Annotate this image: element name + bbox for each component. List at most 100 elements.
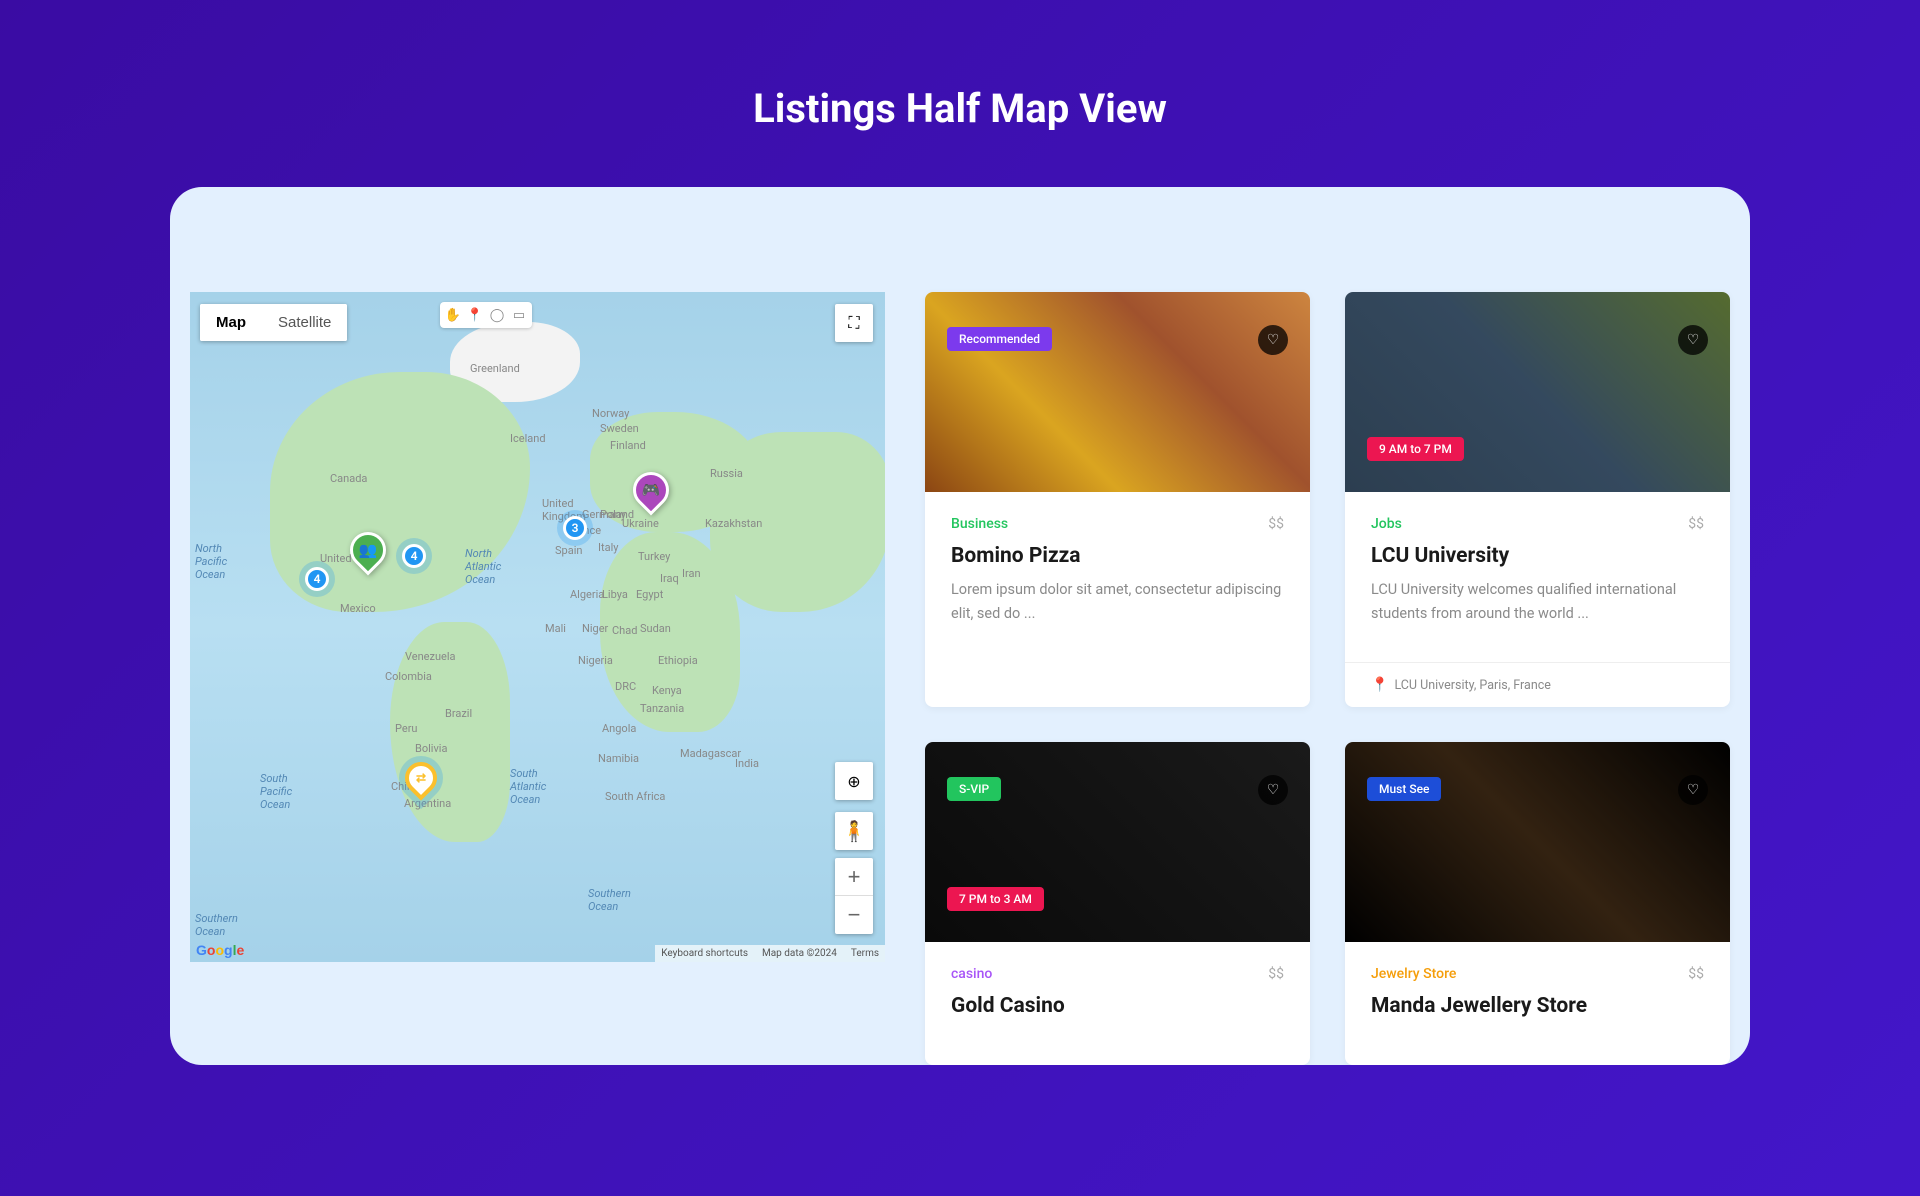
listing-category[interactable]: Jobs [1371, 516, 1402, 532]
country-label: Sweden [600, 422, 639, 435]
map-type-satellite-button[interactable]: Satellite [262, 304, 347, 341]
heart-icon: ♡ [1267, 782, 1280, 798]
country-label: Angola [602, 722, 636, 735]
listing-title[interactable]: Manda Jewellery Store [1371, 994, 1704, 1018]
google-logo: Google [196, 942, 244, 958]
keyboard-shortcuts-link[interactable]: Keyboard shortcuts [661, 948, 748, 959]
ocean-label: Southern Ocean [195, 912, 238, 938]
listing-badge-time: 9 AM to 7 PM [1367, 437, 1464, 461]
fullscreen-control[interactable]: ⛶ [835, 304, 873, 342]
listing-badge-top: Must See [1367, 777, 1441, 801]
listing-card[interactable]: 9 AM to 7 PM ♡ Jobs $$ LCU University LC… [1345, 292, 1730, 707]
country-label: Norway [592, 407, 629, 420]
content-panel: North Pacific Ocean South Pacific Ocean … [170, 187, 1750, 1065]
country-label: Peru [395, 722, 418, 735]
rect-tool-icon[interactable]: ▭ [510, 306, 528, 324]
country-label: India [735, 757, 759, 770]
map-cluster-pin[interactable]: 3 [563, 516, 587, 540]
listing-price: $$ [1688, 516, 1704, 532]
country-label: Iceland [510, 432, 546, 445]
fullscreen-icon: ⛶ [848, 313, 859, 333]
listing-card[interactable]: S-VIP 7 PM to 3 AM ♡ casino $$ Gold Casi… [925, 742, 1310, 1065]
listing-category[interactable]: Business [951, 516, 1008, 532]
listing-price: $$ [1688, 966, 1704, 982]
terms-link[interactable]: Terms [851, 948, 879, 959]
country-label: DRC [615, 680, 636, 693]
listing-image: 9 AM to 7 PM ♡ [1345, 292, 1730, 492]
country-label: Bolivia [415, 742, 447, 755]
country-label: Libya [602, 588, 628, 601]
map-data-text: Map data ©2024 [762, 948, 837, 959]
listing-badge-top: S-VIP [947, 777, 1001, 801]
listing-body: Business $$ Bomino Pizza Lorem ipsum dol… [925, 492, 1310, 707]
favorite-button[interactable]: ♡ [1678, 775, 1708, 805]
listing-badge-top: Recommended [947, 327, 1052, 351]
map-cluster-pin[interactable]: 4 [305, 567, 329, 591]
country-label: Iran [682, 567, 701, 580]
listing-title[interactable]: LCU University [1371, 544, 1704, 568]
listing-category[interactable]: Jewelry Store [1371, 966, 1456, 982]
country-label: Madagascar [680, 747, 741, 760]
country-label: Egypt [636, 588, 663, 601]
country-label: Ukraine [622, 517, 659, 530]
country-label: Mexico [340, 602, 376, 615]
ocean-label: South Atlantic Ocean [510, 767, 546, 806]
listing-description: LCU University welcomes qualified intern… [1371, 578, 1704, 626]
ocean-label: North Pacific Ocean [195, 542, 227, 581]
listing-body: casino $$ Gold Casino [925, 942, 1310, 1065]
country-label: Canada [330, 472, 367, 485]
listing-footer: 📍 LCU University, Paris, France [1345, 662, 1730, 707]
country-label: Mali [545, 622, 566, 635]
zoom-in-button[interactable]: + [835, 858, 873, 896]
country-label: Nigeria [578, 654, 613, 667]
listing-image: S-VIP 7 PM to 3 AM ♡ [925, 742, 1310, 942]
pegman-control[interactable]: 🧍 [835, 812, 873, 850]
country-label: Finland [610, 439, 646, 452]
my-location-control[interactable]: ⊕ [835, 762, 873, 800]
listing-body: Jewelry Store $$ Manda Jewellery Store [1345, 942, 1730, 1065]
crosshair-icon: ⊕ [847, 772, 860, 791]
circle-tool-icon[interactable]: ◯ [488, 306, 506, 324]
country-label: Kazakhstan [705, 517, 762, 530]
map-container[interactable]: North Pacific Ocean South Pacific Ocean … [190, 292, 885, 962]
country-label: Brazil [445, 707, 472, 720]
ocean-label: South Pacific Ocean [260, 772, 292, 811]
country-label: Ethiopia [658, 654, 698, 667]
country-label: United [320, 552, 352, 565]
map-footer: Keyboard shortcuts Map data ©2024 Terms [655, 945, 885, 962]
country-label: Spain [555, 544, 582, 557]
hand-tool-icon[interactable]: ✋ [444, 306, 462, 324]
country-label: Venezuela [405, 650, 456, 663]
listing-card[interactable]: Must See ♡ Jewelry Store $$ Manda Jewell… [1345, 742, 1730, 1065]
map-type-toggle: Map Satellite [200, 304, 347, 341]
listing-image: Must See ♡ [1345, 742, 1730, 942]
favorite-button[interactable]: ♡ [1678, 325, 1708, 355]
country-label: Turkey [638, 550, 670, 563]
map-type-map-button[interactable]: Map [200, 304, 262, 341]
map-drawing-toolbar: ✋ 📍 ◯ ▭ [440, 302, 532, 328]
country-label: South Africa [605, 790, 665, 803]
listing-price: $$ [1268, 516, 1284, 532]
page-title: Listings Half Map View [0, 0, 1920, 187]
country-label: Italy [598, 541, 618, 554]
favorite-button[interactable]: ♡ [1258, 325, 1288, 355]
listing-price: $$ [1268, 966, 1284, 982]
country-label: Sudan [640, 622, 671, 635]
listing-badge-time: 7 PM to 3 AM [947, 887, 1044, 911]
zoom-out-button[interactable]: − [835, 896, 873, 934]
favorite-button[interactable]: ♡ [1258, 775, 1288, 805]
map-cluster-pin[interactable]: 4 [402, 544, 426, 568]
marker-tool-icon[interactable]: 📍 [466, 306, 484, 324]
country-label: Kenya [652, 684, 682, 697]
listing-title[interactable]: Gold Casino [951, 994, 1284, 1018]
pegman-icon: 🧍 [842, 819, 867, 843]
heart-icon: ♡ [1687, 782, 1700, 798]
country-label: Russia [710, 467, 743, 480]
listing-category[interactable]: casino [951, 966, 992, 982]
country-label: Chad [612, 624, 637, 637]
listing-title[interactable]: Bomino Pizza [951, 544, 1284, 568]
listing-card[interactable]: Recommended ♡ Business $$ Bomino Pizza L… [925, 292, 1310, 707]
country-label: Tanzania [640, 702, 684, 715]
zoom-control: + − [835, 858, 873, 934]
country-label: Colombia [385, 670, 432, 683]
